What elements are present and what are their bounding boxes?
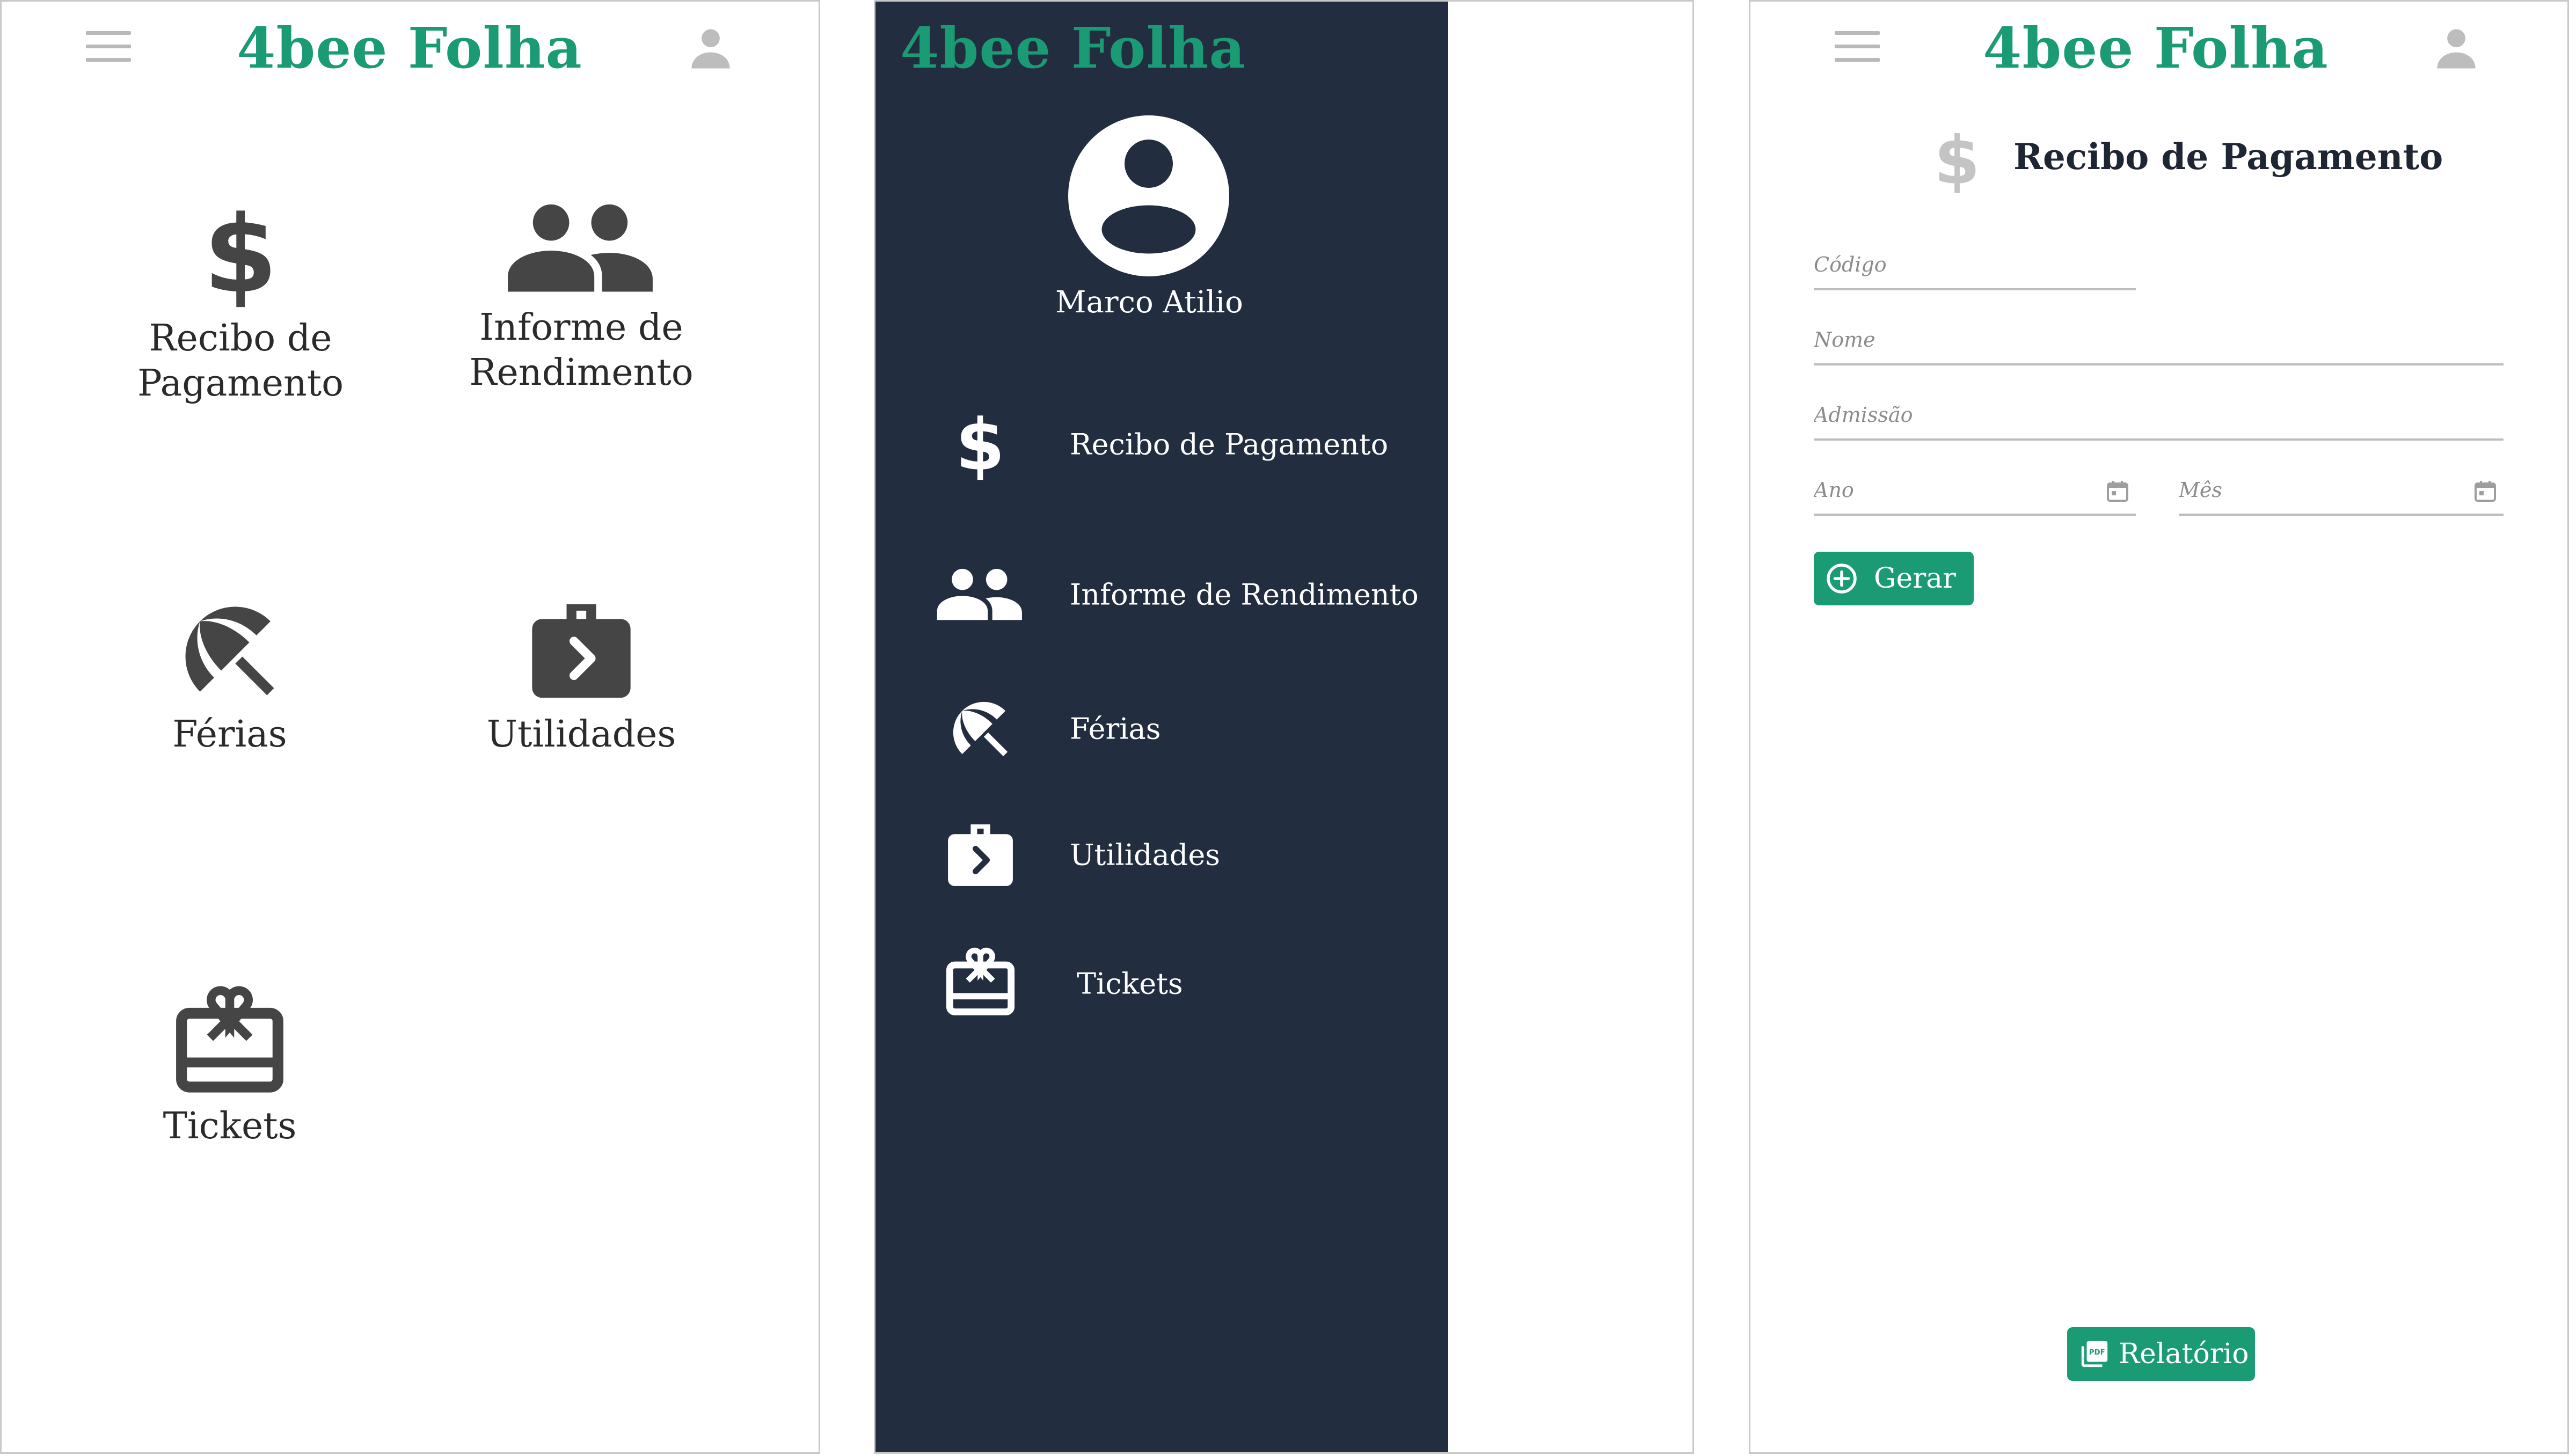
hamburger-menu-icon[interactable] <box>86 31 131 62</box>
drawer-item-ferias[interactable]: Férias <box>929 689 1423 769</box>
tile-label: Utilidades <box>486 713 676 756</box>
dollar-icon: $ <box>1934 125 1980 195</box>
app-title: 4bee Folha <box>1983 15 2329 81</box>
drawer-item-label: Recibo de Pagamento <box>1070 427 1389 462</box>
user-name: Marco Atilio <box>1055 285 1243 320</box>
add-circle-icon <box>1827 564 1857 594</box>
gerar-button[interactable]: Gerar <box>1814 552 1974 605</box>
tile-label: Férias <box>172 713 287 756</box>
hamburger-menu-icon[interactable] <box>1835 31 1880 62</box>
codigo-input[interactable] <box>1814 248 2136 281</box>
dollar-icon: $ <box>203 195 278 313</box>
gerar-label: Gerar <box>1874 562 1957 595</box>
nome-input[interactable] <box>1814 324 2504 356</box>
gift-card-icon <box>929 943 1031 1024</box>
drawer-item-label: Utilidades <box>1070 838 1221 872</box>
mes-input[interactable] <box>2179 474 2504 506</box>
navigation-drawer: 4bee Folha Marco Atilio $ Recibo de Paga… <box>875 2 1448 1452</box>
drawer-item-label: Tickets <box>1077 967 1183 1001</box>
home-screen: 4bee Folha $ Recibo de Pagamento Informe… <box>0 0 820 1454</box>
admissao-field <box>1814 393 2504 441</box>
tile-recibo-de-pagamento[interactable]: $ Recibo de Pagamento <box>106 195 375 406</box>
account-circle-icon[interactable] <box>1068 115 1229 276</box>
gift-card-icon <box>176 986 283 1093</box>
user-icon[interactable] <box>687 24 735 72</box>
nome-field <box>1814 318 2504 365</box>
svg-text:$: $ <box>1934 125 1980 195</box>
app-title: 4bee Folha <box>900 15 1246 81</box>
svg-text:PDF: PDF <box>2089 1349 2105 1357</box>
tile-ferias[interactable]: Férias <box>96 592 364 757</box>
drawer-item-label: Informe de Rendimento <box>1070 577 1419 612</box>
codigo-field <box>1814 243 2136 290</box>
relatorio-button[interactable]: PDF Relatório <box>2067 1327 2255 1381</box>
tile-informe-de-rendimento[interactable]: Informe de Rendimento <box>447 195 716 396</box>
svg-text:$: $ <box>955 407 1005 482</box>
tile-label: Tickets <box>163 1105 297 1147</box>
admissao-input[interactable] <box>1814 399 2504 431</box>
relatorio-label: Relatório <box>2119 1338 2249 1370</box>
tile-utilidades[interactable]: Utilidades <box>447 592 716 757</box>
drawer-item-tickets[interactable]: Tickets <box>929 943 1423 1024</box>
dollar-icon: $ <box>929 404 1031 485</box>
svg-text:$: $ <box>203 195 278 313</box>
calendar-icon[interactable] <box>2472 478 2498 504</box>
drawer-item-utilidades[interactable]: Utilidades <box>929 815 1423 895</box>
briefcase-icon <box>929 815 1031 895</box>
pdf-icon: PDF <box>2081 1341 2108 1367</box>
beach-umbrella-icon <box>929 689 1031 769</box>
calendar-icon[interactable] <box>2105 478 2130 504</box>
tile-label: Recibo de Pagamento <box>137 317 344 405</box>
form-title: Recibo de Pagamento <box>2013 136 2443 178</box>
people-icon <box>508 204 653 292</box>
recibo-form-screen: 4bee Folha $ Recibo de Pagamento Código … <box>1749 0 2569 1454</box>
ano-input[interactable] <box>1814 474 2136 506</box>
tile-label: Informe de Rendimento <box>469 306 694 394</box>
drawer-screen: 4bee Folha Marco Atilio $ Recibo de Paga… <box>874 0 1694 1454</box>
mes-field <box>2179 469 2504 516</box>
briefcase-icon <box>532 604 631 698</box>
beach-umbrella-icon <box>185 606 274 696</box>
drawer-item-informe[interactable]: Informe de Rendimento <box>929 554 1423 635</box>
tile-tickets[interactable]: Tickets <box>96 984 364 1149</box>
app-title: 4bee Folha <box>237 15 582 81</box>
ano-field <box>1814 469 2136 516</box>
people-icon <box>929 554 1031 635</box>
drawer-item-label: Férias <box>1070 712 1161 746</box>
user-icon[interactable] <box>2432 24 2480 72</box>
drawer-item-recibo[interactable]: $ Recibo de Pagamento <box>929 404 1423 485</box>
